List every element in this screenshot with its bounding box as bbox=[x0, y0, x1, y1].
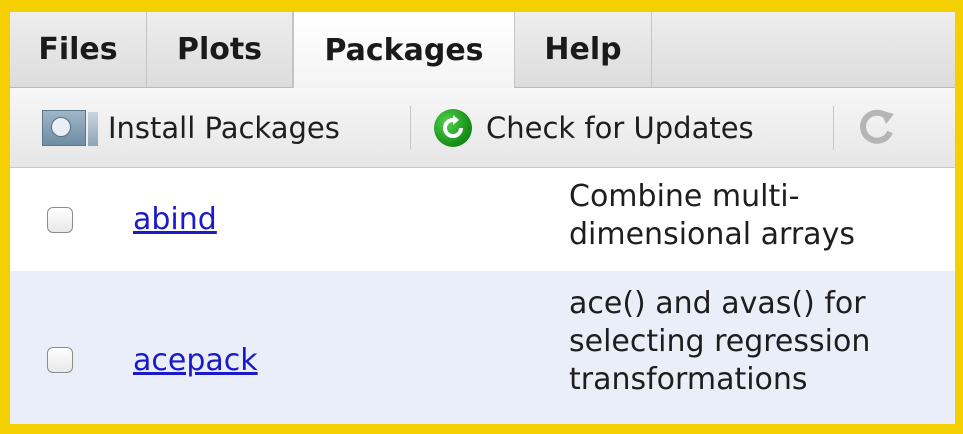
description-line: transformations bbox=[569, 362, 808, 397]
package-checkbox[interactable] bbox=[47, 207, 73, 233]
tab-files[interactable]: Files bbox=[10, 12, 147, 87]
install-packages-button[interactable]: Install Packages bbox=[42, 88, 340, 167]
description-line: selecting regression bbox=[569, 324, 871, 359]
check-updates-label: Check for Updates bbox=[486, 110, 754, 145]
tab-packages[interactable]: Packages bbox=[293, 12, 515, 88]
table-row: acepack ace() and avas() for selecting r… bbox=[10, 271, 955, 424]
package-description: ace() and avas() for selecting regressio… bbox=[569, 285, 949, 399]
install-packages-label: Install Packages bbox=[108, 110, 340, 145]
check-updates-button[interactable]: Check for Updates bbox=[434, 88, 754, 167]
packages-pane: Files Plots Packages Help Install Packag… bbox=[10, 12, 955, 424]
tab-help[interactable]: Help bbox=[515, 12, 652, 87]
toolbar-separator bbox=[833, 106, 834, 150]
tab-plots[interactable]: Plots bbox=[147, 12, 293, 87]
description-line: ace() and avas() for bbox=[569, 286, 866, 321]
package-link[interactable]: acepack bbox=[133, 343, 258, 378]
install-packages-icon bbox=[42, 109, 98, 146]
toolbar-separator bbox=[410, 106, 411, 150]
description-line: dimensional arrays bbox=[569, 217, 855, 252]
description-line: Combine multi- bbox=[569, 179, 800, 214]
check-updates-icon bbox=[434, 108, 472, 147]
tab-bar: Files Plots Packages Help bbox=[10, 12, 955, 88]
package-link[interactable]: abind bbox=[133, 202, 217, 237]
package-description: Combine multi- dimensional arrays bbox=[569, 178, 949, 254]
packages-toolbar: Install Packages Check for Updates bbox=[10, 88, 955, 168]
table-row: abind Combine multi- dimensional arrays bbox=[10, 168, 955, 271]
package-checkbox[interactable] bbox=[47, 347, 73, 373]
refresh-icon[interactable] bbox=[852, 104, 900, 152]
